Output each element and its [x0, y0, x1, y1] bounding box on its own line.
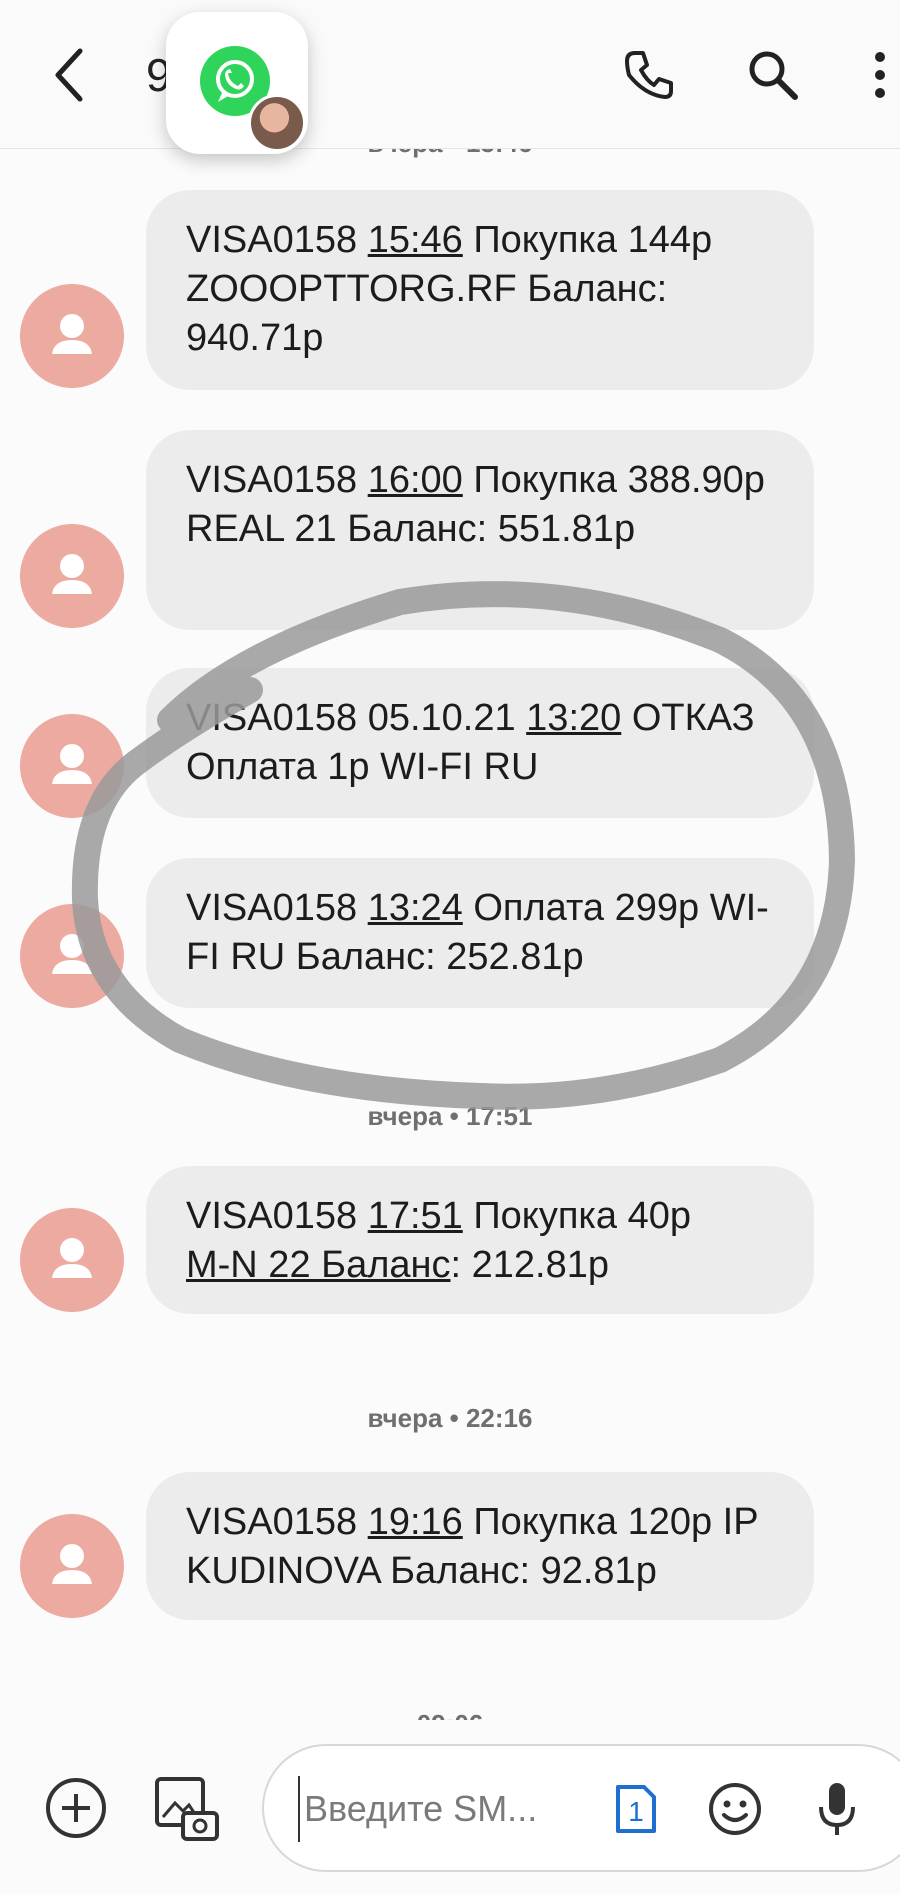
back-arrow-icon[interactable]	[40, 40, 100, 110]
message-bubble[interactable]: VISA0158 16:00 Покупка 388.90р REAL 21 Б…	[146, 430, 814, 630]
add-attachment-icon[interactable]	[40, 1772, 112, 1844]
conversation-header: 9	[0, 0, 900, 149]
gallery-camera-icon[interactable]	[148, 1772, 224, 1844]
more-vert-icon[interactable]	[860, 40, 900, 110]
phone-icon[interactable]	[614, 40, 684, 110]
message-text: VISA0158 05.10.21	[186, 697, 527, 739]
microphone-icon[interactable]	[802, 1774, 872, 1844]
date-separator: вчера • 22:16	[367, 1403, 533, 1433]
message-text: VISA0158	[186, 1501, 368, 1543]
message-address-link[interactable]: M-N 22 Баланс	[186, 1244, 451, 1286]
message-bubble[interactable]: VISA0158 19:16 Покупка 120р IP KUDINOVA …	[146, 1472, 814, 1620]
sim-number: 1	[628, 1796, 644, 1827]
contact-avatar	[248, 94, 306, 152]
search-icon[interactable]	[738, 40, 808, 110]
sender-avatar[interactable]	[20, 284, 124, 388]
sender-avatar[interactable]	[20, 904, 124, 1008]
message-text: VISA0158	[186, 219, 368, 261]
sender-avatar[interactable]	[20, 714, 124, 818]
message-bubble[interactable]: VISA0158 05.10.21 13:20 ОТКАЗ Оплата 1р …	[146, 668, 814, 818]
sms-input[interactable]	[298, 1776, 566, 1842]
date-separator: вчера • 17:51	[367, 1101, 533, 1131]
message-bubble[interactable]: VISA0158 15:46 Покупка 144р ZOOOPTTORG.R…	[146, 190, 814, 390]
emoji-icon[interactable]	[700, 1774, 770, 1844]
message-text: VISA0158	[186, 459, 368, 501]
sender-avatar[interactable]	[20, 1208, 124, 1312]
message-time-link[interactable]: 13:20	[526, 697, 621, 739]
message-input-container: 1	[262, 1744, 900, 1872]
message-text: VISA0158	[186, 1195, 368, 1237]
message-time-link[interactable]: 13:24	[368, 887, 463, 929]
message-time-link[interactable]: 17:51	[368, 1195, 463, 1237]
sim-selector-icon[interactable]: 1	[606, 1774, 666, 1844]
message-time-link[interactable]: 16:00	[368, 459, 463, 501]
sender-avatar[interactable]	[20, 1514, 124, 1618]
message-text: : 212.81р	[450, 1244, 609, 1286]
message-text: VISA0158	[186, 887, 368, 929]
message-time-link[interactable]: 19:16	[368, 1501, 463, 1543]
whatsapp-floating-bubble[interactable]	[166, 12, 308, 154]
sender-avatar[interactable]	[20, 524, 124, 628]
message-text: Покупка 40р	[462, 1195, 691, 1237]
message-bubble[interactable]: VISA0158 13:24 Оплата 299р WI-FI RU Бала…	[146, 858, 814, 1008]
message-time-link[interactable]: 15:46	[368, 219, 463, 261]
message-bubble[interactable]: VISA0158 17:51 Покупка 40р M-N 22 Баланс:…	[146, 1166, 814, 1314]
